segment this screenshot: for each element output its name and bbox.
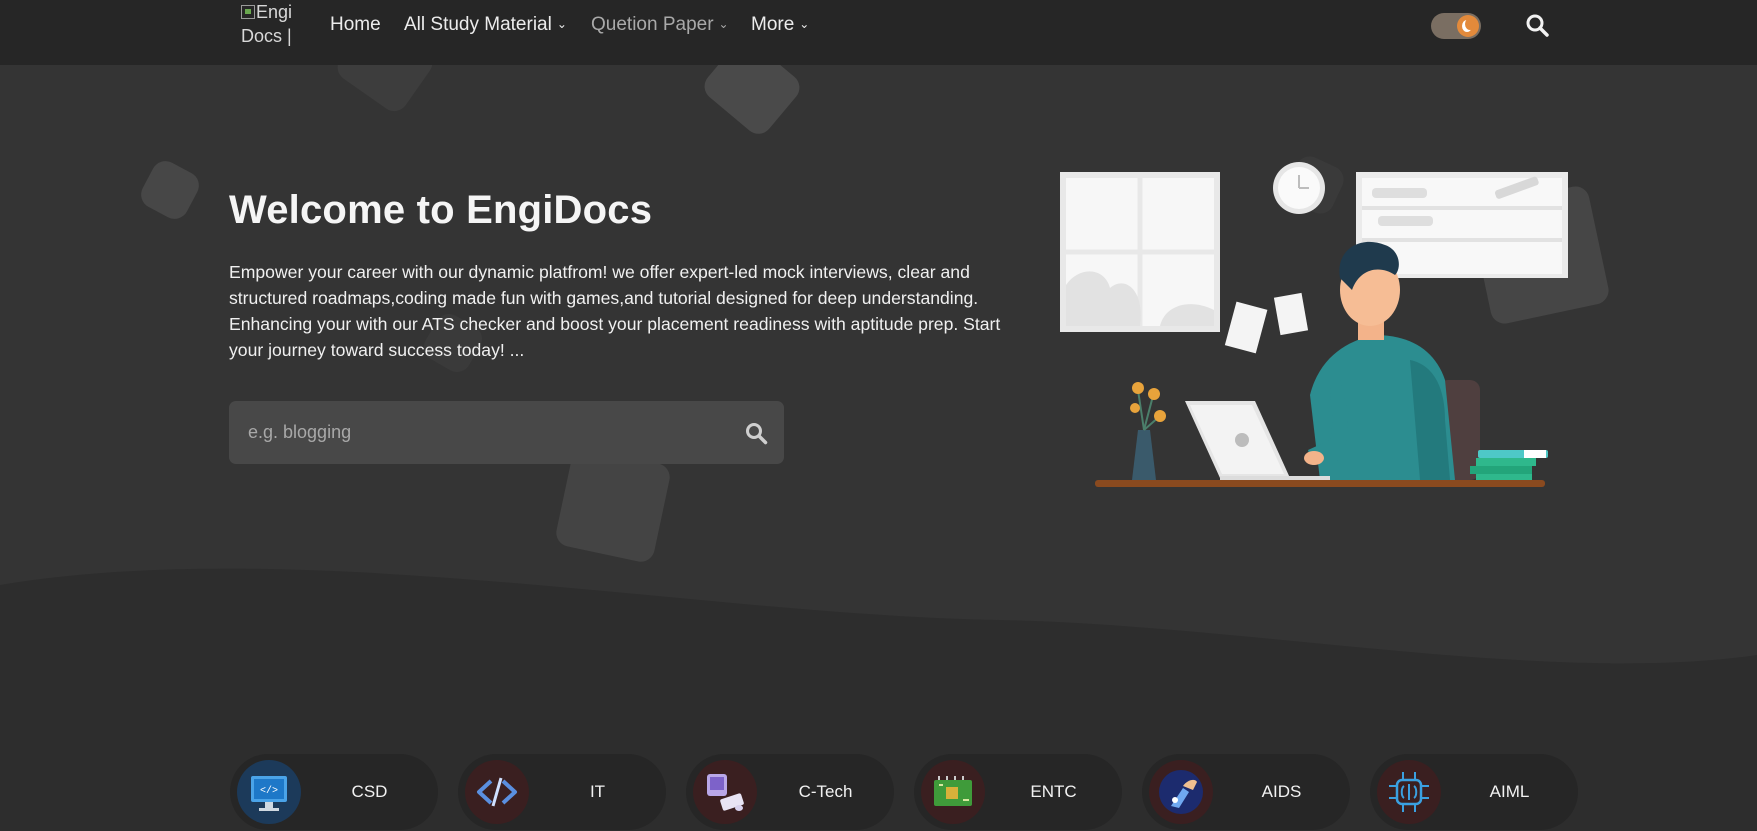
branch-label: ENTC [1030,782,1077,801]
nav-item-home[interactable]: Home [330,12,381,38]
branch-entc[interactable]: ENTC [914,754,1122,830]
nav-item-quetion-paper[interactable]: Quetion Paper ⌄ [591,12,729,38]
branch-label: CSD [351,782,388,801]
branch-csd[interactable]: </> CSD [230,754,438,830]
chevron-down-icon: ⌄ [799,17,810,31]
top-navbar: Engi Docs | Home All Study Material ⌄ Que… [0,0,1757,65]
chevron-down-icon: ⌄ [718,17,729,31]
moon-icon [1457,15,1479,37]
code-brackets-icon [465,760,529,824]
robot-hand-icon [1149,760,1213,824]
branch-c-tech[interactable]: C-Tech [686,754,894,830]
theme-toggle[interactable] [1431,13,1481,39]
branch-aiml[interactable]: AIML [1370,754,1578,830]
broken-image-icon [241,5,255,19]
ai-brain-chip-icon [1377,760,1441,824]
hero-title: Welcome to EngiDocs [229,188,653,232]
nav-item-label: More [751,14,795,35]
search-input[interactable] [229,401,729,464]
branch-label: AIDS [1261,782,1302,801]
nav-item-label: Home [330,14,381,35]
circuit-chip-icon [921,760,985,824]
branch-label: AIML [1489,782,1530,801]
nav-item-more[interactable]: More ⌄ [751,12,809,38]
nav-item-all-study-material[interactable]: All Study Material ⌄ [404,12,567,38]
hero-description: Empower your career with our dynamic pla… [229,262,1001,360]
desktop-computer-icon [693,760,757,824]
branch-aids[interactable]: AIDS [1142,754,1350,830]
branch-label: C-Tech [798,782,853,801]
chevron-down-icon: ⌄ [556,17,567,31]
search-icon[interactable] [744,421,768,445]
search-icon[interactable] [1524,12,1550,38]
hero-search [229,401,784,464]
branch-it[interactable]: IT [458,754,666,830]
person-working-on-laptop-illustration [1060,162,1568,487]
svg-text:</>: </> [260,785,278,797]
nav-item-label: All Study Material [404,14,552,35]
computer-code-icon: </> [237,760,301,824]
branch-label: IT [589,782,606,801]
site-logo[interactable]: Engi Docs | [241,0,301,52]
nav-item-label: Quetion Paper [591,14,714,35]
